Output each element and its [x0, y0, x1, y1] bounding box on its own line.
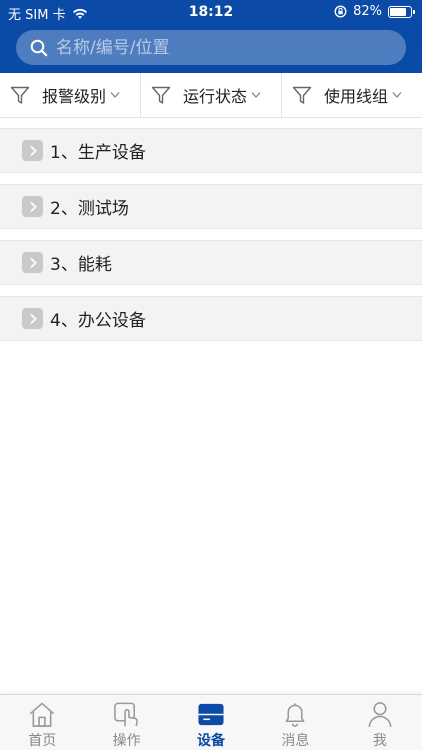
funnel-icon [10, 86, 30, 104]
touch-icon [113, 702, 138, 727]
chevron-right-icon[interactable] [22, 140, 43, 161]
chevron-down-icon [392, 92, 402, 98]
filter-line-group[interactable]: 使用线组 [282, 73, 422, 117]
tab-label: 首页 [28, 733, 57, 749]
search-icon [30, 39, 48, 56]
category-label: 2、测试场 [50, 199, 129, 219]
home-icon [30, 702, 55, 727]
category-item[interactable]: 4、办公设备 [0, 296, 422, 341]
tab-label: 我 [372, 733, 387, 749]
app-header: 无 SIM 卡 18:12 82% [0, 0, 422, 73]
tab-label: 操作 [112, 733, 141, 749]
bell-icon [285, 703, 305, 727]
battery-icon [388, 5, 415, 18]
funnel-icon [151, 86, 171, 104]
category-label: 1、生产设备 [50, 143, 146, 163]
filter-bar: 报警级别 运行状态 使用线组 [0, 73, 422, 118]
chevron-right-icon[interactable] [22, 196, 43, 217]
chevron-right-icon[interactable] [22, 308, 43, 329]
category-item[interactable]: 2、测试场 [0, 184, 422, 229]
category-label: 4、办公设备 [50, 311, 146, 331]
search-input[interactable] [56, 37, 376, 58]
tab-device[interactable]: 设备 [169, 695, 253, 750]
battery-fill [390, 7, 406, 16]
person-icon [368, 702, 392, 728]
category-item[interactable]: 3、能耗 [0, 240, 422, 285]
filter-label: 报警级别 [42, 87, 107, 106]
search-box[interactable] [16, 30, 406, 65]
chevron-down-icon [110, 92, 120, 98]
filter-run-status[interactable]: 运行状态 [141, 73, 282, 117]
tab-operate[interactable]: 操作 [84, 695, 168, 750]
funnel-icon [292, 86, 312, 104]
filter-label: 使用线组 [324, 87, 389, 106]
tab-label: 设备 [197, 733, 226, 749]
category-label: 3、能耗 [50, 255, 112, 275]
tab-label: 消息 [281, 733, 310, 749]
category-item[interactable]: 1、生产设备 [0, 128, 422, 173]
tab-me[interactable]: 我 [338, 695, 422, 750]
chevron-down-icon [251, 92, 261, 98]
status-right: 82% [334, 4, 415, 19]
chevron-right-icon[interactable] [22, 252, 43, 273]
battery-percent: 82% [353, 4, 382, 19]
rotation-lock-icon [334, 5, 347, 18]
category-list: 1、生产设备 2、测试场 3、能耗 4、办公设备 [0, 128, 422, 352]
tab-bar: 首页 操作 设备 消息 我 [0, 694, 422, 750]
tab-home[interactable]: 首页 [0, 695, 84, 750]
filter-label: 运行状态 [183, 87, 248, 106]
device-icon [198, 703, 224, 726]
tab-messages[interactable]: 消息 [253, 695, 337, 750]
filter-alarm-level[interactable]: 报警级别 [0, 73, 141, 117]
status-bar: 无 SIM 卡 18:12 82% [0, 0, 422, 24]
